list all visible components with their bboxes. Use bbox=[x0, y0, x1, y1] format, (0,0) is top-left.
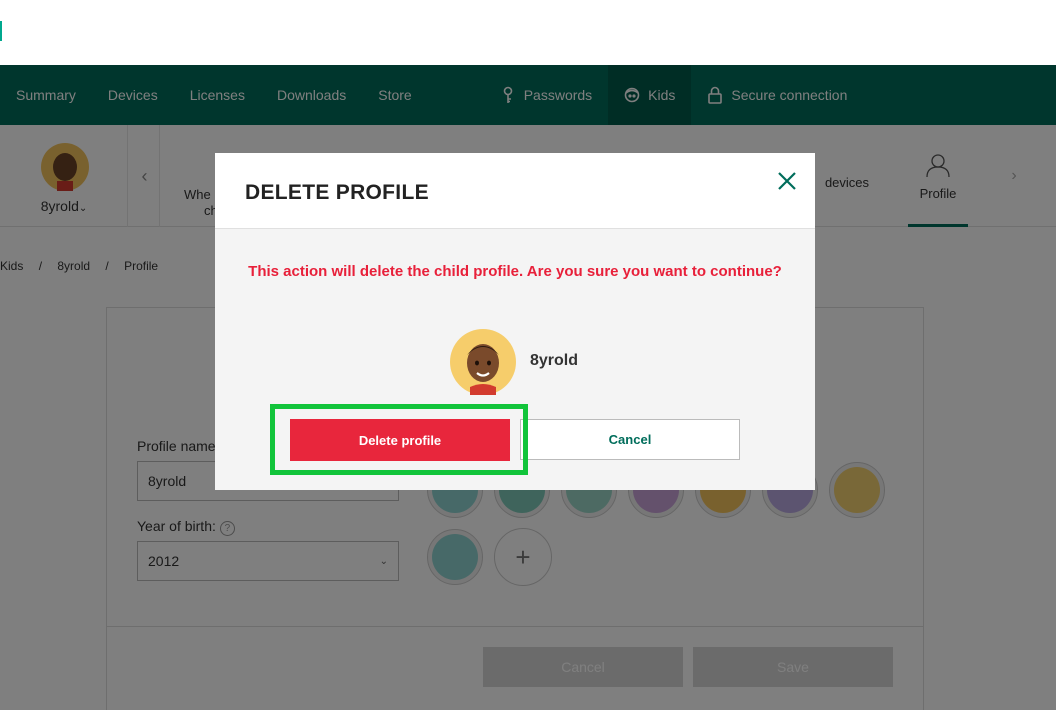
top-bar bbox=[0, 0, 1056, 65]
dialog-title: DELETE PROFILE bbox=[245, 181, 429, 204]
dialog-cancel-button[interactable]: Cancel bbox=[520, 419, 740, 460]
dialog-child-name: 8yrold bbox=[530, 352, 579, 369]
dialog-child-avatar bbox=[450, 329, 516, 395]
text-cursor bbox=[0, 21, 2, 41]
highlight-box bbox=[270, 404, 528, 475]
close-icon[interactable] bbox=[775, 169, 799, 193]
dialog-header: DELETE PROFILE bbox=[215, 153, 815, 229]
dialog-warning: This action will delete the child profil… bbox=[248, 263, 782, 280]
